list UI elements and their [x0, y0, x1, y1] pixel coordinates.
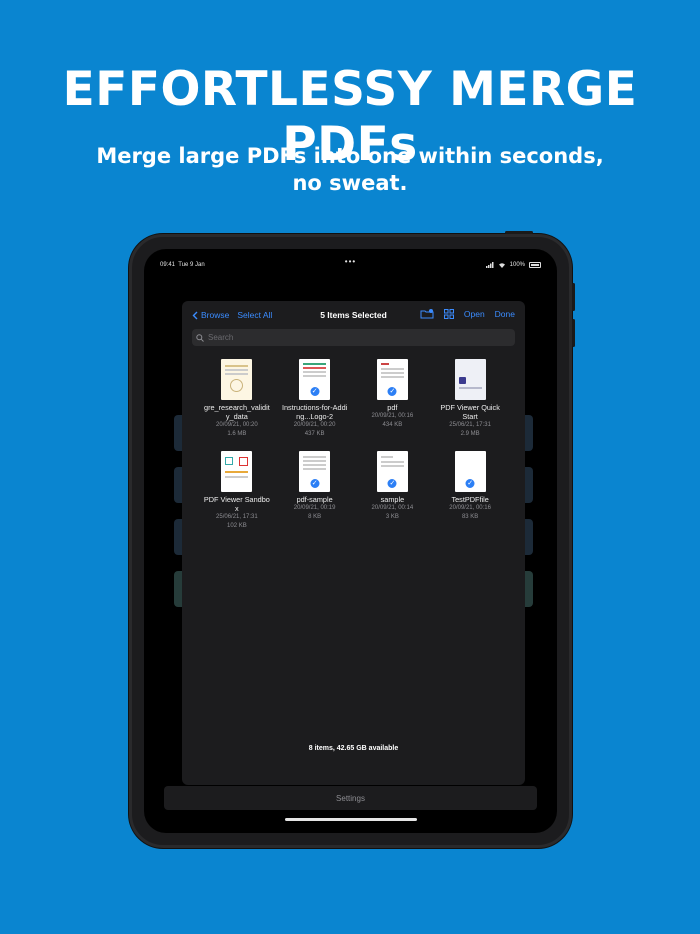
grid-view-icon[interactable]: [443, 309, 454, 319]
subline: Merge large PDFs into one within seconds…: [0, 143, 700, 197]
search-placeholder: Search: [208, 333, 234, 342]
status-time-date: 09:41 Tue 9 Jan: [160, 262, 205, 268]
storage-summary: 8 items, 42.65 GB available: [308, 745, 399, 752]
file-thumbnail: ✓: [299, 451, 331, 492]
file-name: sample: [380, 495, 405, 504]
selected-check-icon: ✓: [309, 478, 321, 489]
volume-up-button: [572, 283, 575, 311]
battery-percent: 100%: [509, 262, 525, 268]
file-thumbnail: ✓: [376, 451, 408, 492]
file-name: TestPDFfile: [451, 495, 489, 504]
file-size: 2.9 MB: [460, 431, 480, 437]
cellular-icon: [485, 262, 494, 268]
file-date: 25/06/21, 17:31: [449, 422, 491, 428]
battery-icon: [529, 262, 541, 268]
file-size: 434 KB: [382, 422, 403, 428]
file-item[interactable]: ✓ pdf 20/09/21, 00:16 434 KB: [354, 359, 432, 439]
file-browser-sheet: Browse Select All 5 Items Selected Open …: [182, 301, 525, 785]
file-name: pdf: [387, 403, 398, 412]
file-date: 20/09/21, 00:19: [293, 505, 336, 511]
file-size: 83 KB: [461, 514, 479, 520]
file-date: 25/06/21, 17:31: [216, 514, 258, 520]
file-size: 8 KB: [308, 514, 322, 520]
file-item[interactable]: ✓ TestPDFfile 20/09/21, 00:16 83 KB: [431, 451, 509, 531]
selected-check-icon: ✓: [386, 478, 398, 489]
file-name: gre_research_validity_data: [204, 403, 270, 421]
file-thumbnail: [454, 359, 486, 400]
status-indicators: 100%: [485, 262, 541, 268]
file-name: pdf-sample: [296, 495, 333, 504]
file-item[interactable]: PDF Viewer Sandbox 25/06/21, 17:31 102 K…: [198, 451, 276, 531]
nav-right: Open Done: [420, 309, 515, 319]
status-date: Tue 9 Jan: [178, 262, 205, 268]
home-indicator[interactable]: [284, 818, 417, 821]
file-size: 1.6 MB: [227, 431, 247, 437]
file-date: 20/09/21, 00:20: [293, 422, 336, 428]
open-button[interactable]: Open: [464, 309, 485, 319]
selected-check-icon: ✓: [464, 478, 476, 489]
file-date: 20/09/21, 00:16: [371, 413, 414, 419]
file-name: PDF Viewer Quick Start: [440, 403, 500, 421]
subline-line-1: Merge large PDFs into one within seconds…: [96, 144, 604, 168]
file-item[interactable]: ✓ Instructions-for-Adding...Logo-2 20/09…: [276, 359, 354, 439]
file-item[interactable]: ✓ sample 20/09/21, 00:14 3 KB: [354, 451, 432, 531]
search-field[interactable]: Search: [192, 329, 515, 346]
file-thumbnail: [221, 359, 253, 400]
file-thumbnail: [221, 451, 253, 492]
file-thumbnail: ✓: [299, 359, 331, 400]
file-size: 437 KB: [304, 431, 325, 437]
file-date: 20/09/21, 00:14: [371, 505, 414, 511]
new-folder-icon[interactable]: [420, 309, 434, 319]
ipad-device: 09:41 Tue 9 Jan ••• 100% Browse Select A…: [129, 231, 575, 848]
wifi-icon: [498, 263, 505, 268]
file-size: 102 KB: [227, 523, 247, 529]
file-item[interactable]: PDF Viewer Quick Start 25/06/21, 17:31 2…: [431, 359, 509, 439]
file-item[interactable]: gre_research_validity_data 20/09/21, 00:…: [198, 359, 276, 439]
file-item[interactable]: ✓ pdf-sample 20/09/21, 00:19 8 KB: [276, 451, 354, 531]
status-bar: 09:41 Tue 9 Jan ••• 100%: [160, 257, 541, 271]
file-size: 3 KB: [385, 514, 399, 520]
file-grid: gre_research_validity_data 20/09/21, 00:…: [198, 359, 509, 531]
file-thumbnail: ✓: [454, 451, 486, 492]
file-name: Instructions-for-Adding...Logo-2: [281, 403, 348, 421]
file-name: PDF Viewer Sandbox: [203, 495, 270, 513]
subline-line-2: no sweat.: [292, 171, 408, 195]
selected-check-icon: ✓: [386, 386, 398, 397]
file-thumbnail: ✓: [376, 359, 408, 400]
status-time: 09:41: [160, 262, 176, 268]
screen: 09:41 Tue 9 Jan ••• 100% Browse Select A…: [144, 249, 557, 833]
selected-check-icon: ✓: [309, 386, 321, 397]
volume-down-button: [572, 319, 575, 347]
multitask-dots[interactable]: •••: [345, 257, 356, 266]
file-date: 20/09/21, 00:20: [216, 422, 258, 428]
top-button: [505, 231, 533, 234]
settings-button[interactable]: Settings: [164, 786, 537, 810]
search-icon: [196, 333, 204, 342]
done-button[interactable]: Done: [495, 309, 515, 319]
file-date: 20/09/21, 00:16: [449, 505, 491, 511]
nav-bar: Browse Select All 5 Items Selected Open …: [182, 309, 525, 325]
